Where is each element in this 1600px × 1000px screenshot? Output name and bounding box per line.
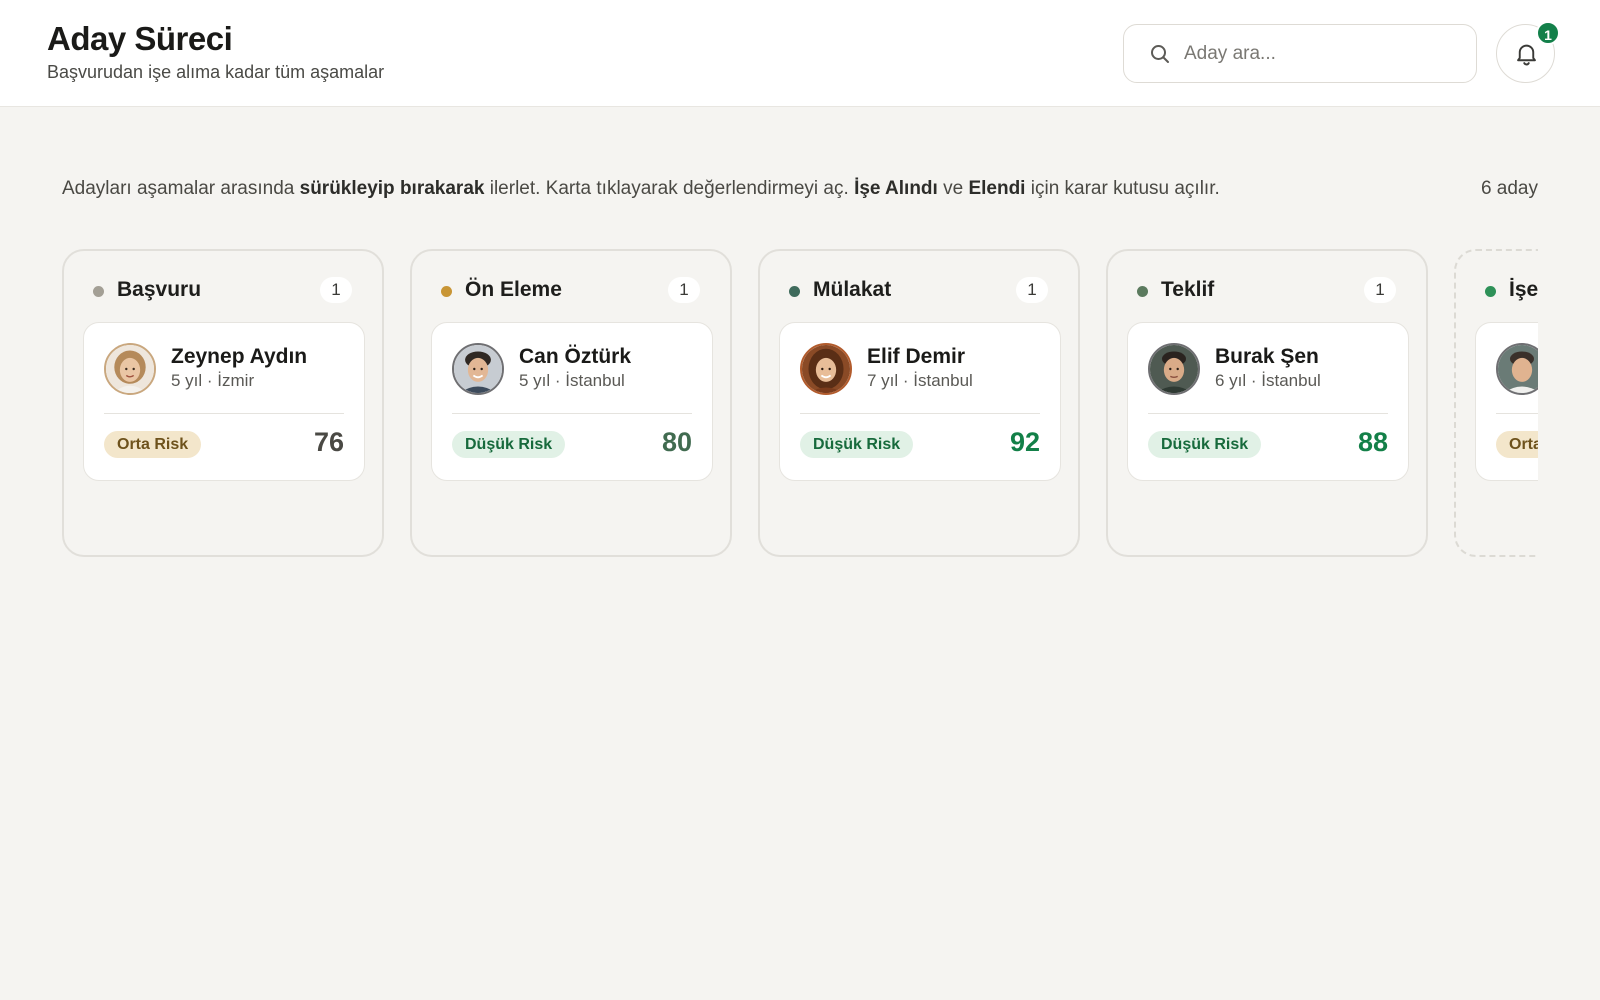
candidate-meta: 6 yıl · İstanbul [1215,371,1321,390]
search-box[interactable] [1123,24,1477,83]
person-avatar-icon [454,345,502,393]
notification-badge: 1 [1536,21,1560,45]
stage-dot [93,286,104,297]
column-mulakat[interactable]: Mülakat 1 Elif Demir 7 yıl · İstanbul Dü… [758,249,1080,557]
candidate-score: 92 [1009,427,1040,457]
search-icon [1151,45,1169,63]
column-title: Mülakat [813,278,892,301]
instruction-emphasis: İşe Alındı [854,178,938,199]
page-subtitle: Başvurudan işe alıma kadar tüm aşamalar [47,62,385,82]
search-input[interactable] [1184,33,1464,75]
candidate-count: 6 aday [1480,178,1538,199]
kanban-board: Başvuru 1 Zeynep Aydın 5 yıl · İzmir Ort… [62,249,1538,561]
avatar [800,343,852,395]
candidate-card[interactable]: Elif Demir 7 yıl · İstanbul Düşük Risk 9… [779,322,1061,481]
top-bar: Aday Süreci Başvurudan işe alıma kadar t… [0,0,1600,107]
column-title: Başvuru [117,278,202,301]
column-teklif[interactable]: Teklif 1 Burak Şen 6 yıl · İstanbul Düşü… [1106,249,1428,557]
instruction-text: Adayları aşamalar arasında [62,178,300,199]
column-title: İşe [1509,278,1538,301]
candidate-card[interactable]: Zeynep Aydın 5 yıl · İzmir Orta Risk 76 [83,322,365,481]
risk-badge: Orta Risk [104,431,202,458]
column-count: 1 [1364,277,1396,303]
risk-badge: Düşük Risk [1148,431,1262,458]
candidate-name: Elif Demir [867,345,966,368]
candidate-score: 76 [313,427,344,457]
risk-badge: Orta [1496,431,1538,458]
column-count: 1 [668,277,700,303]
instruction-text: ve [937,178,969,199]
candidate-meta: 5 yıl · İstanbul [519,371,625,390]
column-title: Ön Eleme [465,278,562,301]
candidate-score: 88 [1357,427,1388,457]
avatar [1496,343,1538,395]
candidate-name: Can Öztürk [519,345,632,368]
column-count: 1 [1016,277,1048,303]
card-divider [452,413,692,414]
column-on-eleme[interactable]: Ön Eleme 1 Can Öztürk 5 yıl · İstanbul D… [410,249,732,557]
person-avatar-icon [106,345,154,393]
candidate-name: Burak Şen [1215,345,1319,368]
person-avatar-icon [1498,345,1538,393]
card-divider [104,413,344,414]
column-ise-alindi[interactable]: İşe Orta [1454,249,1538,557]
candidate-name: Zeynep Aydın [171,345,308,368]
column-title: Teklif [1161,278,1215,301]
person-avatar-icon [802,345,850,393]
bell-icon [1517,44,1536,66]
candidate-card[interactable]: Burak Şen 6 yıl · İstanbul Düşük Risk 88 [1127,322,1409,481]
instruction-emphasis: sürükleyip bırakarak [299,178,485,199]
column-basvuru[interactable]: Başvuru 1 Zeynep Aydın 5 yıl · İzmir Ort… [62,249,384,557]
avatar [1148,343,1200,395]
avatar [452,343,504,395]
risk-badge: Düşük Risk [452,431,566,458]
instruction-text: için karar kutusu açılır. [1025,178,1220,199]
stage-dot [1485,286,1496,297]
risk-badge: Düşük Risk [800,431,914,458]
stage-dot [1137,286,1148,297]
card-divider [1496,413,1538,414]
candidate-meta: 7 yıl · İstanbul [867,371,973,390]
page-title: Aday Süreci [47,20,233,57]
avatar [104,343,156,395]
card-divider [800,413,1040,414]
instruction-emphasis: Elendi [968,178,1026,199]
candidate-card[interactable]: Orta [1475,322,1538,481]
board-instructions: Adayları aşamalar arasında sürükleyip bı… [62,178,1442,200]
stage-dot [441,286,452,297]
stage-dot [789,286,800,297]
candidate-card[interactable]: Can Öztürk 5 yıl · İstanbul Düşük Risk 8… [431,322,713,481]
candidate-score: 80 [661,427,692,457]
instruction-text: ilerlet. Karta tıklayarak değerlendirmey… [484,178,855,199]
card-divider [1148,413,1388,414]
candidate-meta: 5 yıl · İzmir [171,371,255,390]
person-avatar-icon [1150,345,1198,393]
column-count: 1 [320,277,352,303]
